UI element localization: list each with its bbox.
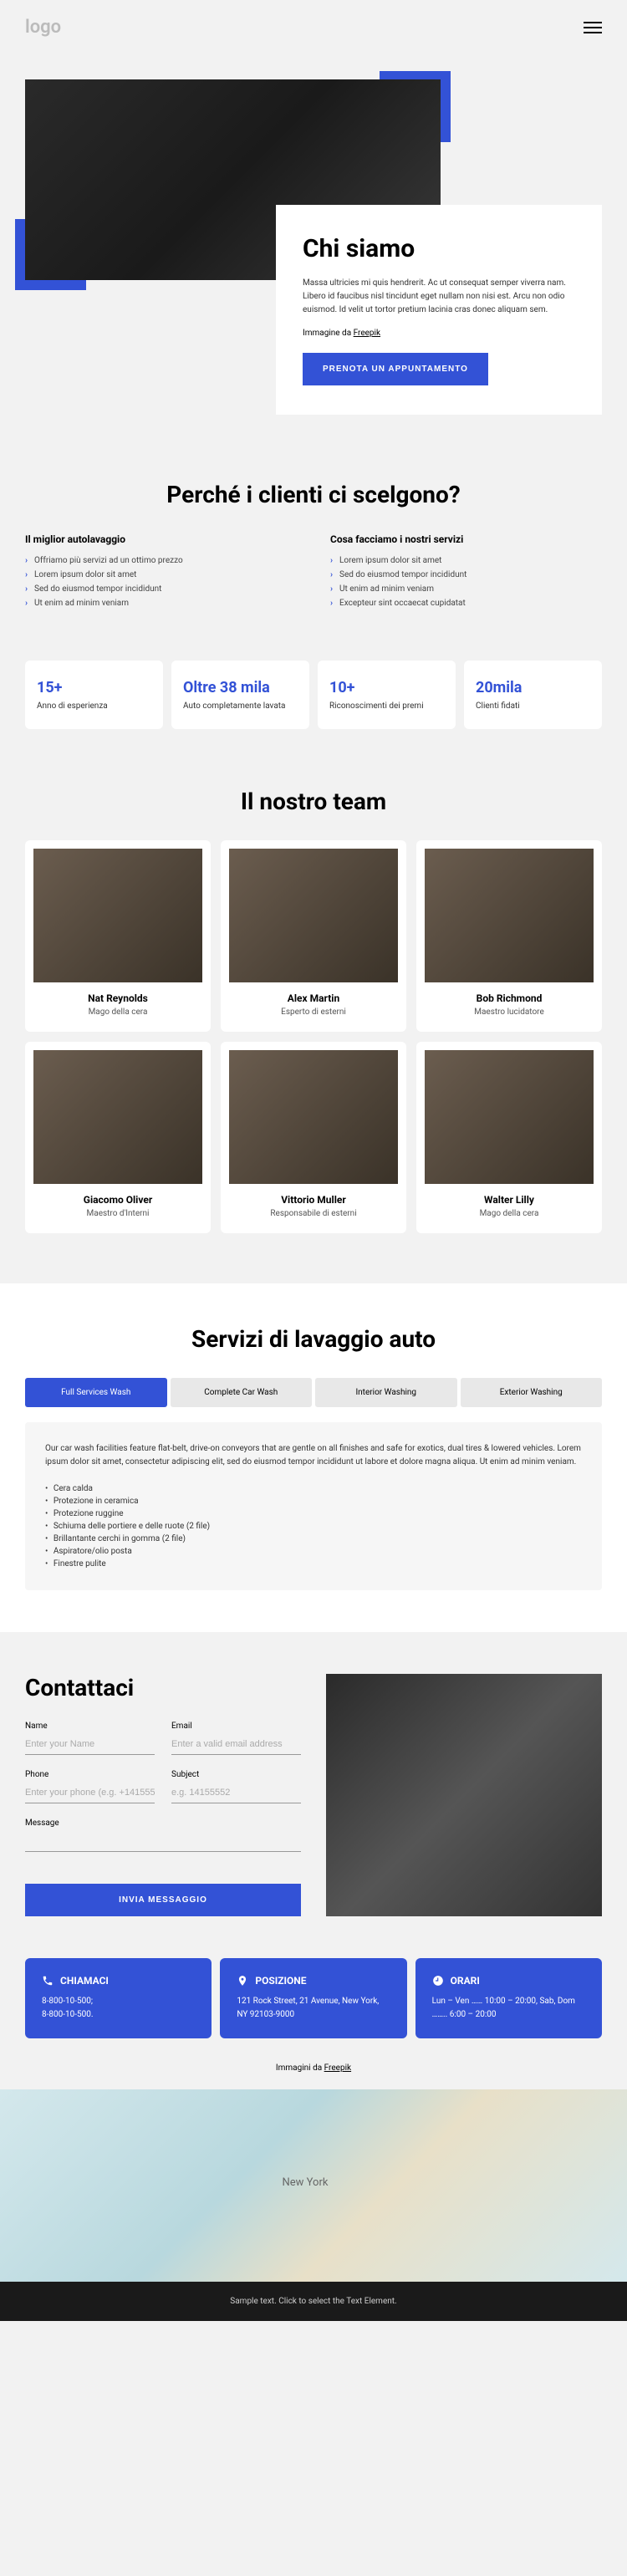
clock-icon bbox=[432, 1975, 444, 1987]
info-call: CHIAMACI 8-800-10-500; 8-800-10-500. bbox=[25, 1958, 212, 2038]
send-button[interactable]: INVIA MESSAGGIO bbox=[25, 1884, 301, 1916]
stat-card: 10+Riconoscimenti dei premi bbox=[318, 661, 456, 729]
tab-interior[interactable]: Interior Washing bbox=[315, 1378, 457, 1407]
info-location: POSIZIONE 121 Rock Street, 21 Avenue, Ne… bbox=[220, 1958, 406, 2038]
info-hours: ORARI Lun – Ven …… 10:00 – 20:00, Sab, D… bbox=[415, 1958, 602, 2038]
team-photo bbox=[425, 1050, 594, 1184]
services-description: Our car wash facilities feature flat-bel… bbox=[45, 1442, 582, 1469]
hero-card: Chi siamo Massa ultricies mi quis hendre… bbox=[276, 205, 602, 415]
images-credit-link[interactable]: Freepik bbox=[324, 2063, 351, 2073]
name-label: Name bbox=[25, 1722, 155, 1731]
team-card: Bob RichmondMaestro lucidatore bbox=[416, 840, 602, 1032]
hero-credit: Immagine da Freepik bbox=[303, 329, 575, 338]
footer-text: Sample text. Click to select the Text El… bbox=[0, 2282, 627, 2321]
services-title: Servizi di lavaggio auto bbox=[25, 1325, 602, 1353]
team-card: Walter LillyMago della cera bbox=[416, 1042, 602, 1233]
message-label: Message bbox=[25, 1819, 301, 1828]
hero-credit-link[interactable]: Freepik bbox=[354, 329, 380, 338]
phone-input[interactable] bbox=[25, 1783, 155, 1803]
stat-card: 20milaClienti fidati bbox=[464, 661, 602, 729]
hero-title: Chi siamo bbox=[303, 234, 575, 263]
tab-complete-wash[interactable]: Complete Car Wash bbox=[171, 1378, 313, 1407]
why-col2-title: Cosa facciamo i nostri servizi bbox=[330, 533, 602, 545]
hero-text: Massa ultricies mi quis hendrerit. Ac ut… bbox=[303, 277, 575, 317]
map[interactable]: New York bbox=[0, 2089, 627, 2282]
why-col1-list: Offriamo più servizi ad un ottimo prezzo… bbox=[25, 553, 297, 610]
team-card: Vittorio MullerResponsabile di esterni bbox=[221, 1042, 406, 1233]
team-photo bbox=[229, 1050, 398, 1184]
contact-image bbox=[326, 1674, 602, 1916]
team-photo bbox=[33, 1050, 202, 1184]
pin-icon bbox=[237, 1975, 248, 1987]
phone-icon bbox=[42, 1975, 54, 1987]
tab-full-wash[interactable]: Full Services Wash bbox=[25, 1378, 167, 1407]
team-photo bbox=[33, 849, 202, 982]
team-card: Alex MartinEsperto di esterni bbox=[221, 840, 406, 1032]
subject-input[interactable] bbox=[171, 1783, 301, 1803]
services-list: Cera caldaProtezione in ceramicaProtezio… bbox=[45, 1482, 582, 1570]
map-city-label: New York bbox=[283, 2176, 329, 2189]
team-card: Giacomo OliverMaestro d'Interni bbox=[25, 1042, 211, 1233]
message-input[interactable] bbox=[25, 1831, 301, 1852]
phone-label: Phone bbox=[25, 1770, 155, 1779]
stat-card: Oltre 38 milaAuto completamente lavata bbox=[171, 661, 309, 729]
tab-exterior[interactable]: Exterior Washing bbox=[461, 1378, 603, 1407]
contact-title: Contattaci bbox=[25, 1674, 301, 1701]
images-credit: Immagini da Freepik bbox=[0, 2055, 627, 2089]
why-title: Perché i clienti ci scelgono? bbox=[25, 481, 602, 508]
menu-button[interactable] bbox=[584, 22, 602, 33]
team-title: Il nostro team bbox=[25, 788, 602, 815]
team-photo bbox=[425, 849, 594, 982]
book-appointment-button[interactable]: PRENOTA UN APPUNTAMENTO bbox=[303, 353, 488, 385]
email-input[interactable] bbox=[171, 1734, 301, 1755]
team-photo bbox=[229, 849, 398, 982]
logo[interactable]: logo bbox=[25, 17, 61, 38]
subject-label: Subject bbox=[171, 1770, 301, 1779]
stat-card: 15+Anno di esperienza bbox=[25, 661, 163, 729]
tab-content: Our car wash facilities feature flat-bel… bbox=[25, 1422, 602, 1590]
why-col2-list: Lorem ipsum dolor sit ametSed do eiusmod… bbox=[330, 553, 602, 610]
email-label: Email bbox=[171, 1722, 301, 1731]
team-card: Nat ReynoldsMago della cera bbox=[25, 840, 211, 1032]
why-col1-title: Il miglior autolavaggio bbox=[25, 533, 297, 545]
name-input[interactable] bbox=[25, 1734, 155, 1755]
